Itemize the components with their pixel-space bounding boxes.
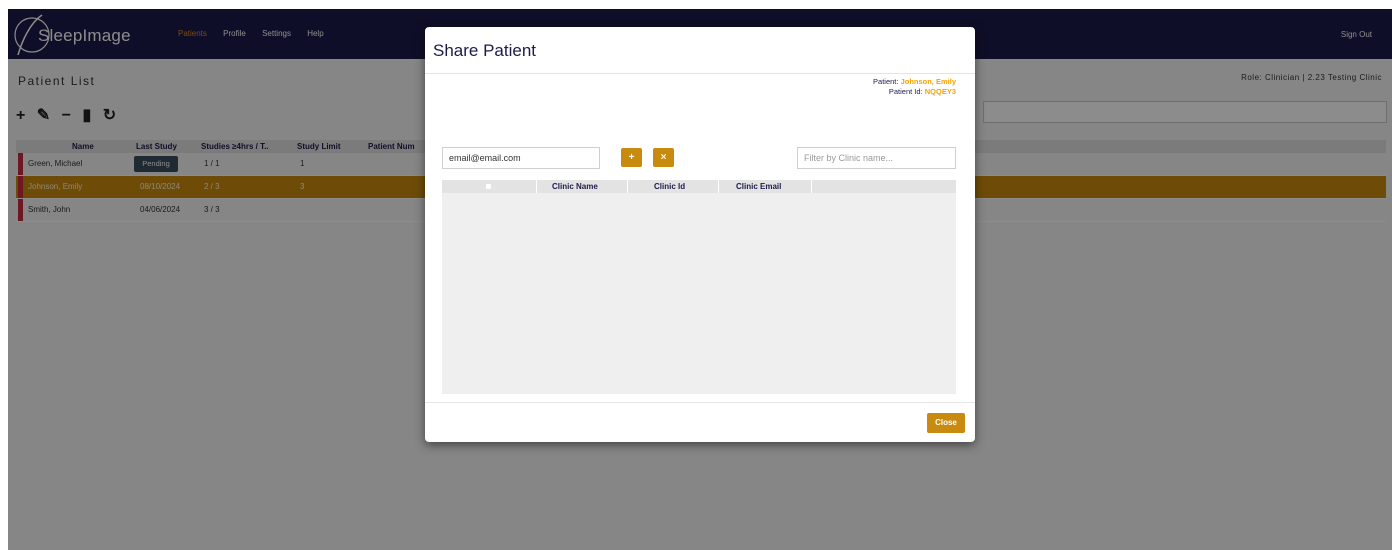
patient-id-line: Patient Id: NQQEY3 [873, 87, 956, 97]
col-clinic-email[interactable]: Clinic Email [736, 182, 781, 191]
column-separator [536, 180, 537, 193]
dialog-footer: Close [425, 402, 975, 443]
clear-email-button[interactable]: × [653, 148, 674, 167]
col-clinic-name[interactable]: Clinic Name [552, 182, 598, 191]
clinic-grid: Clinic Name Clinic Id Clinic Email [442, 180, 956, 394]
dialog-header: Share Patient [425, 27, 975, 74]
column-separator [811, 180, 812, 193]
patient-name-line: Patient: Johnson, Emily [873, 77, 956, 87]
close-button[interactable]: Close [927, 413, 965, 433]
email-input[interactable] [442, 147, 600, 169]
dialog-title: Share Patient [433, 41, 537, 60]
clinic-filter-input[interactable] [797, 147, 956, 169]
patient-info: Patient: Johnson, Emily Patient Id: NQQE… [873, 77, 956, 97]
column-separator [627, 180, 628, 193]
col-clinic-id[interactable]: Clinic Id [654, 182, 685, 191]
patient-id-label: Patient Id: [888, 87, 923, 96]
patient-label: Patient: [873, 77, 899, 86]
patient-id: NQQEY3 [924, 87, 956, 96]
share-patient-dialog: Share Patient Patient: Johnson, Emily Pa… [425, 27, 975, 442]
select-all-checkbox[interactable] [486, 184, 491, 189]
patient-name: Johnson, Emily [900, 77, 956, 86]
column-separator [718, 180, 719, 193]
clinic-grid-header: Clinic Name Clinic Id Clinic Email [442, 180, 956, 193]
add-email-button[interactable]: + [621, 148, 642, 167]
